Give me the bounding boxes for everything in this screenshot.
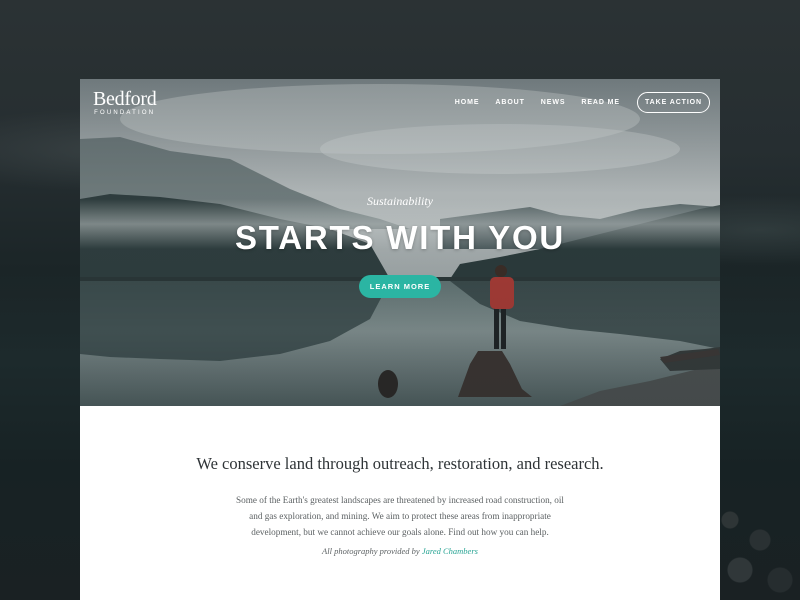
main-nav: HOME ABOUT NEWS READ ME TAKE ACTION	[439, 92, 710, 113]
nav-link-read-me[interactable]: READ ME	[581, 99, 620, 106]
intro-section: We conserve land through outreach, resto…	[80, 406, 720, 600]
photo-credit: All photography provided by Jared Chambe…	[80, 546, 720, 556]
hero-section: Bedford FOUNDATION HOME ABOUT NEWS READ …	[80, 79, 720, 406]
photo-credit-prefix: All photography provided by	[322, 546, 420, 556]
logo[interactable]: Bedford FOUNDATION	[93, 88, 157, 116]
nav-link-news[interactable]: NEWS	[541, 99, 566, 106]
hero-kicker: Sustainability	[367, 194, 433, 208]
intro-headline: We conserve land through outreach, resto…	[196, 454, 604, 473]
logo-name: Bedford	[93, 88, 157, 110]
photographer-link[interactable]: Jared Chambers	[422, 546, 478, 556]
background-stones	[710, 490, 800, 600]
take-action-button[interactable]: TAKE ACTION	[637, 92, 710, 113]
learn-more-button[interactable]: LEARN MORE	[359, 275, 441, 298]
logo-subtitle: FOUNDATION	[94, 110, 156, 116]
nav-link-home[interactable]: HOME	[455, 99, 480, 106]
intro-paragraph: Some of the Earth's greatest landscapes …	[236, 495, 564, 537]
website-frame: Bedford FOUNDATION HOME ABOUT NEWS READ …	[80, 79, 720, 600]
nav-link-about[interactable]: ABOUT	[495, 99, 524, 106]
hero-title: STARTS WITH YOU	[234, 219, 566, 256]
